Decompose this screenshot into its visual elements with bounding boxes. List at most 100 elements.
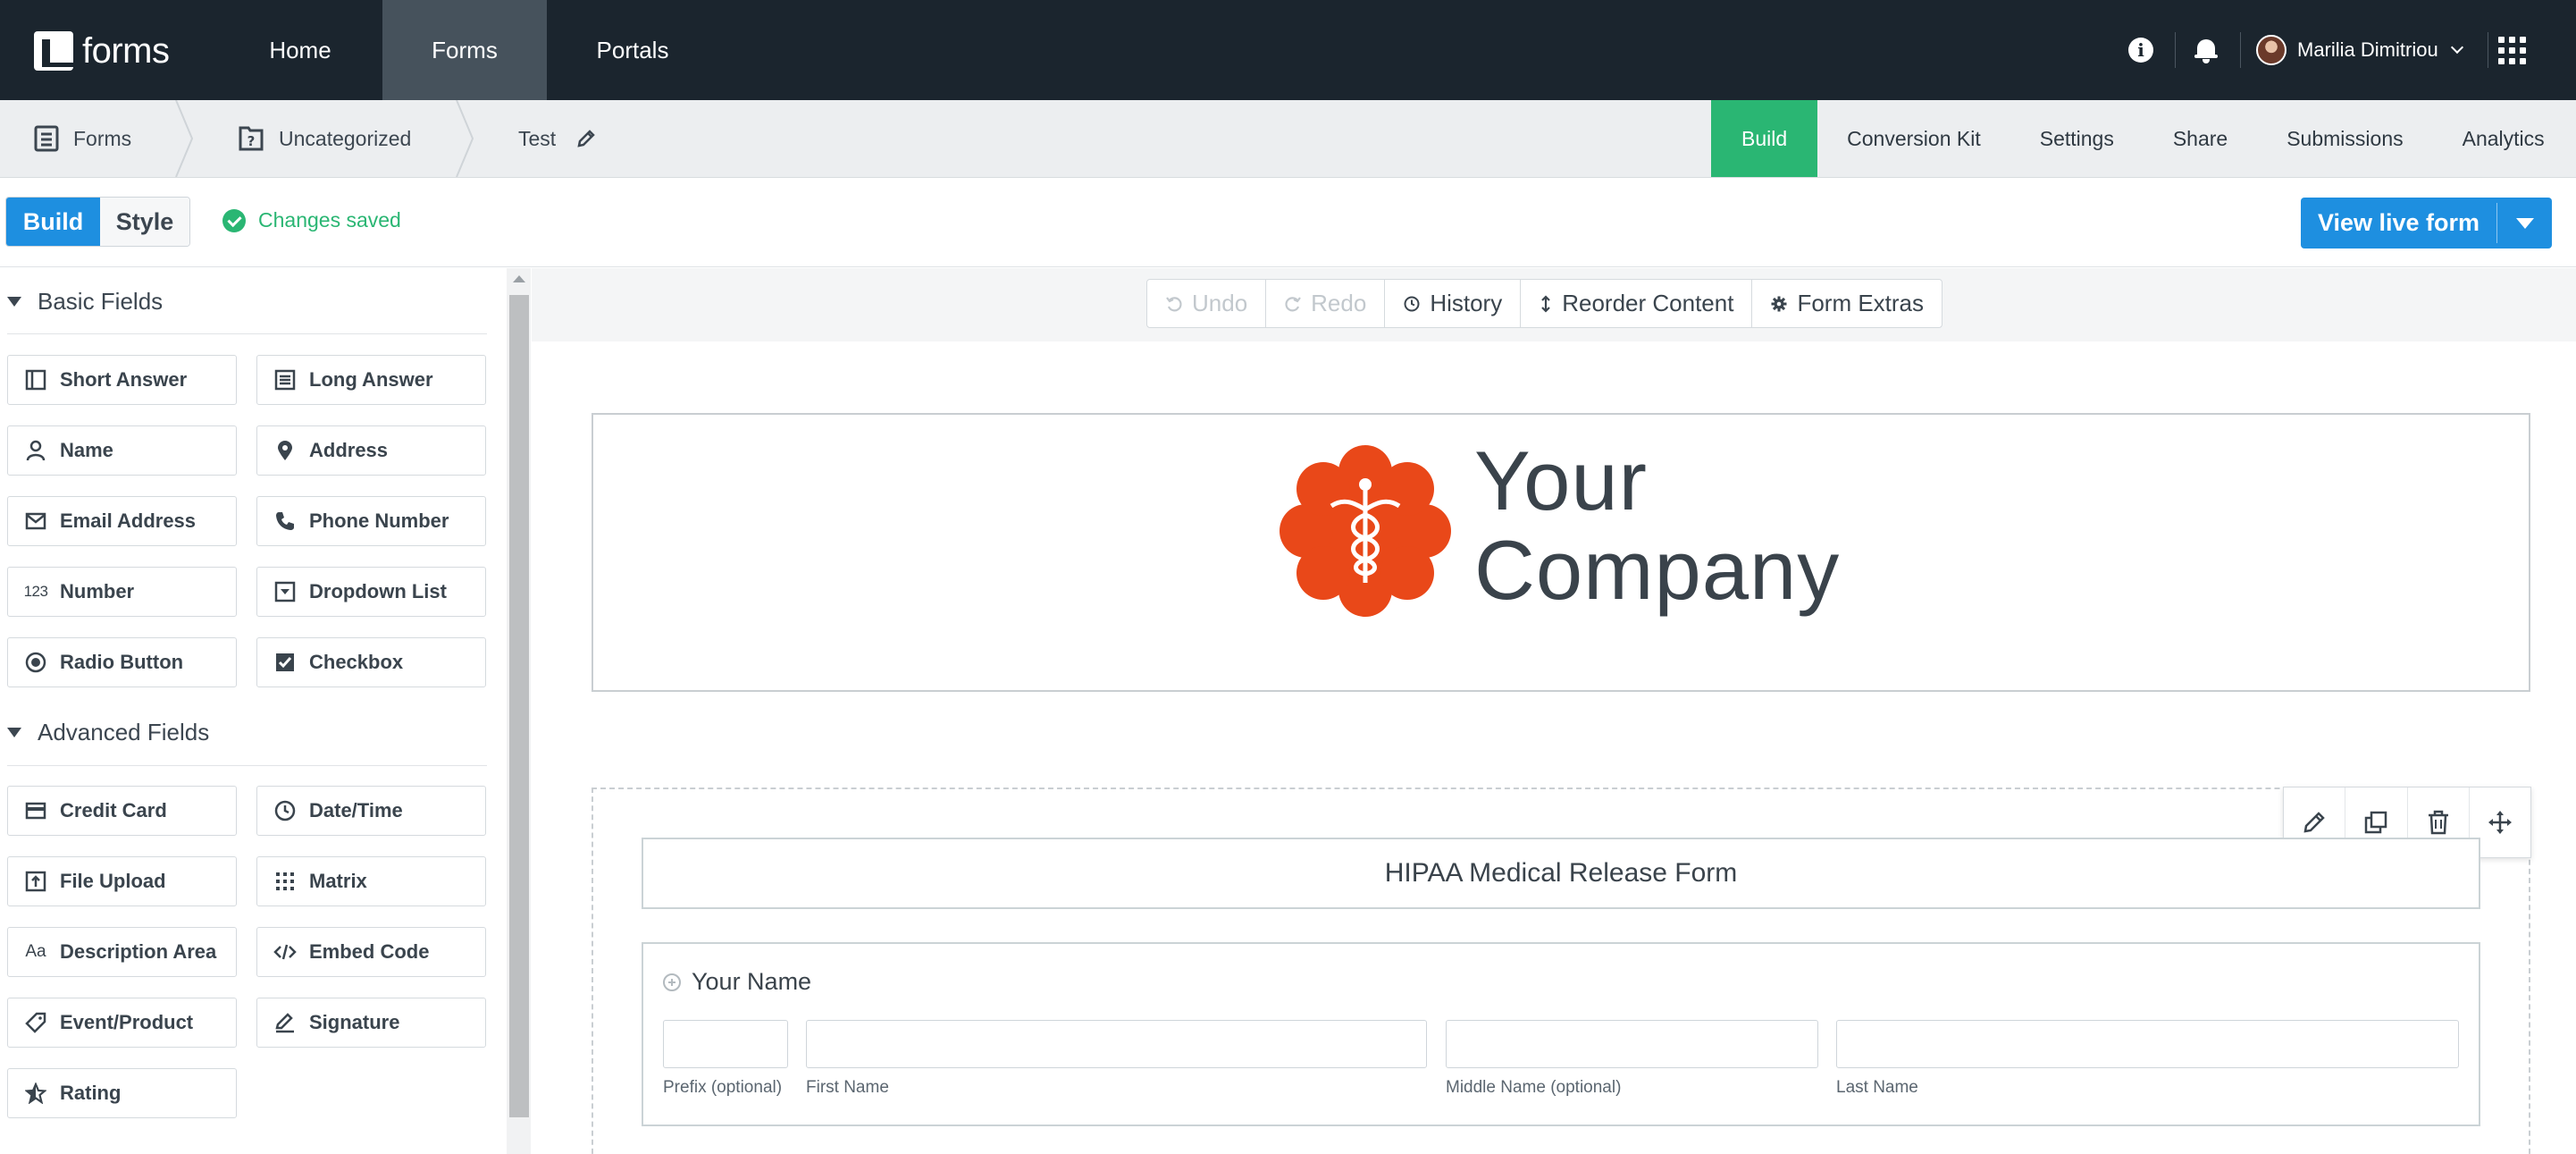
field-dropdown-list[interactable]: Dropdown List xyxy=(256,567,486,617)
field-event-product[interactable]: Event/Product xyxy=(7,998,237,1048)
user-menu[interactable]: Marilia Dimitriou xyxy=(2256,0,2463,100)
field-radio-button[interactable]: Radio Button xyxy=(7,637,237,687)
field-signature[interactable]: Signature xyxy=(256,998,486,1048)
app-logo[interactable]: forms xyxy=(34,30,170,72)
save-status: Changes saved xyxy=(222,208,401,232)
section-title: Advanced Fields xyxy=(38,719,210,745)
field-long-answer[interactable]: Long Answer xyxy=(256,355,486,405)
history-button[interactable]: History xyxy=(1385,280,1522,327)
redo-button[interactable]: Redo xyxy=(1266,280,1386,327)
view-live-form-label[interactable]: View live form xyxy=(2301,198,2496,248)
field-phone-number[interactable]: Phone Number xyxy=(256,496,486,546)
field-embed-code[interactable]: Embed Code xyxy=(256,927,486,977)
field-short-answer[interactable]: Short Answer xyxy=(7,355,237,405)
field-file-upload[interactable]: File Upload xyxy=(7,856,237,906)
field-email-address[interactable]: Email Address xyxy=(7,496,237,546)
field-address[interactable]: Address xyxy=(256,425,486,476)
folder-question-icon: ? xyxy=(239,126,264,151)
copy-icon xyxy=(2365,811,2387,834)
chevron-down-icon xyxy=(2450,40,2463,55)
breadcrumb-forms[interactable]: Forms xyxy=(34,100,131,177)
caret-down-icon xyxy=(7,297,21,307)
top-nav: forms Home Forms Portals i Marilia Dimit… xyxy=(0,0,2576,100)
nav-portals[interactable]: Portals xyxy=(563,0,702,100)
tab-conversion-kit[interactable]: Conversion Kit xyxy=(1817,100,2010,177)
field-description-area[interactable]: Aa Description Area xyxy=(7,927,237,977)
map-pin-icon xyxy=(273,439,297,462)
caret-down-icon xyxy=(2515,217,2534,229)
undo-button[interactable]: Undo xyxy=(1147,280,1267,327)
notifications-button[interactable] xyxy=(2194,0,2219,100)
form-title[interactable]: HIPAA Medical Release Form xyxy=(642,838,2480,909)
view-live-form-button[interactable]: View live form xyxy=(2301,198,2552,248)
nav-home[interactable]: Home xyxy=(234,0,366,100)
tab-analytics[interactable]: Analytics xyxy=(2433,100,2574,177)
pencil-icon xyxy=(2303,812,2325,833)
check-circle-icon xyxy=(222,208,246,232)
long-answer-icon xyxy=(273,368,297,392)
scroll-up-arrow-icon[interactable] xyxy=(513,275,525,282)
section-divider xyxy=(7,765,487,766)
field-credit-card[interactable]: Credit Card xyxy=(7,786,237,836)
logo-text: forms xyxy=(82,30,170,71)
checkbox-icon xyxy=(273,651,297,674)
build-mode-button[interactable]: Build xyxy=(6,198,100,246)
code-icon xyxy=(273,940,297,964)
middle-name-input[interactable] xyxy=(1446,1020,1818,1068)
user-name: Marilia Dimitriou xyxy=(2297,38,2438,61)
last-name-input[interactable] xyxy=(1836,1020,2459,1068)
basic-fields-header[interactable]: Basic Fields xyxy=(7,288,163,316)
person-icon xyxy=(24,439,47,462)
breadcrumb-uncategorized[interactable]: ? Uncategorized xyxy=(238,100,411,177)
svg-text:?: ? xyxy=(248,133,256,149)
field-name[interactable]: Name xyxy=(7,425,237,476)
prefix-input[interactable] xyxy=(663,1020,788,1068)
short-answer-icon xyxy=(24,368,47,392)
section-title: Basic Fields xyxy=(38,288,164,315)
tab-build[interactable]: Build xyxy=(1711,100,1818,177)
clock-icon xyxy=(1403,295,1421,313)
undo-icon xyxy=(1165,295,1183,313)
star-icon xyxy=(24,1082,47,1105)
style-mode-button[interactable]: Style xyxy=(100,198,189,246)
field-matrix[interactable]: Matrix xyxy=(256,856,486,906)
envelope-icon xyxy=(24,510,47,533)
field-number[interactable]: 123 Number xyxy=(7,567,237,617)
reorder-content-button[interactable]: Reorder Content xyxy=(1521,280,1753,327)
signature-pen-icon xyxy=(273,1011,297,1034)
view-live-dropdown-button[interactable] xyxy=(2497,198,2552,248)
form-extras-button[interactable]: Form Extras xyxy=(1752,280,1942,327)
save-status-text: Changes saved xyxy=(258,208,401,232)
nav-forms[interactable]: Forms xyxy=(382,0,547,100)
dropdown-icon xyxy=(273,580,297,603)
caduceus-logo-icon xyxy=(1280,445,1451,617)
text-aa-icon: Aa xyxy=(25,942,46,961)
breadcrumb-label: Uncategorized xyxy=(279,126,412,150)
middle-name-sublabel: Middle Name (optional) xyxy=(1446,1078,1622,1097)
form-tabs: Build Conversion Kit Settings Share Subm… xyxy=(1711,100,2574,177)
tab-settings[interactable]: Settings xyxy=(2010,100,2144,177)
breadcrumb-separator xyxy=(456,100,474,177)
help-button[interactable]: i xyxy=(2128,0,2153,100)
breadcrumb-separator xyxy=(175,100,193,177)
advanced-fields-header[interactable]: Advanced Fields xyxy=(7,719,209,746)
app-launcher-button[interactable] xyxy=(2498,0,2526,100)
first-name-input[interactable] xyxy=(806,1020,1427,1068)
first-name-sublabel: First Name xyxy=(806,1078,889,1097)
field-checkbox[interactable]: Checkbox xyxy=(256,637,486,687)
sidebar-scroll-thumb[interactable] xyxy=(509,295,529,1117)
grid-icon xyxy=(2498,36,2526,64)
radio-icon xyxy=(24,651,47,674)
gear-icon xyxy=(1770,295,1788,313)
tab-share[interactable]: Share xyxy=(2144,100,2257,177)
bell-icon xyxy=(2194,37,2219,63)
upload-icon xyxy=(24,870,47,893)
reorder-arrows-icon xyxy=(1539,294,1553,314)
last-name-sublabel: Last Name xyxy=(1836,1078,1918,1097)
nav-divider xyxy=(2240,32,2241,68)
pencil-icon[interactable] xyxy=(575,128,597,149)
tab-submissions[interactable]: Submissions xyxy=(2257,100,2432,177)
field-rating[interactable]: Rating xyxy=(7,1068,237,1118)
field-date-time[interactable]: Date/Time xyxy=(256,786,486,836)
tag-icon xyxy=(24,1011,47,1034)
